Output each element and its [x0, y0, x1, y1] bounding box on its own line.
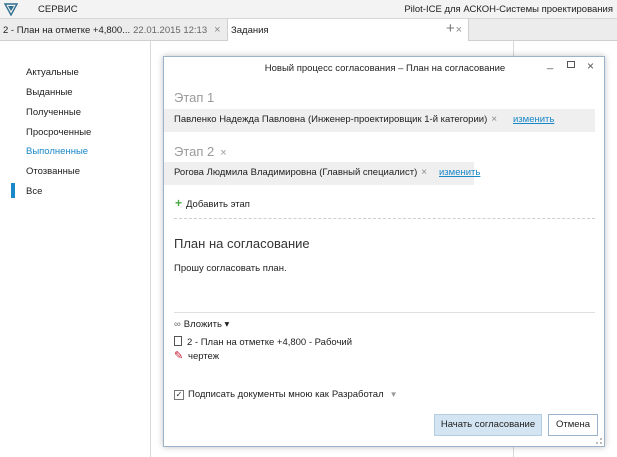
- app-logo-icon: [4, 3, 18, 16]
- active-marker: [11, 183, 15, 198]
- signature-pen-icon: ✎: [174, 350, 184, 362]
- close-icon[interactable]: ×: [214, 24, 220, 36]
- document-name-1: 2 - План на отметке +4,800 - Рабочий: [187, 337, 353, 348]
- plan-title[interactable]: План на согласование: [174, 236, 310, 251]
- tab-document-date: 22.01.2015 12:13: [133, 24, 208, 36]
- remove-assignee-icon[interactable]: ×: [421, 167, 427, 178]
- sidebar-item-issued[interactable]: Выданные: [26, 87, 73, 98]
- stage-1-change-link[interactable]: изменить: [513, 114, 554, 125]
- attach-button[interactable]: ∞ Вложить ▾: [174, 319, 229, 330]
- attached-document-line2: ✎ чертеж: [174, 349, 219, 362]
- sidebar-item-all[interactable]: Все: [26, 186, 42, 197]
- document-icon: [174, 336, 182, 346]
- stage-2-assignee-name: Рогова Людмила Владимировна (Главный спе…: [174, 167, 418, 178]
- remove-stage-icon[interactable]: ×: [220, 147, 226, 159]
- stage-2-change-link[interactable]: изменить: [439, 167, 480, 178]
- stage-1-row: Павленко Надежда Павловна (Инженер-проек…: [164, 109, 595, 132]
- plan-description[interactable]: Прошу согласовать план.: [174, 263, 287, 274]
- add-stage-button[interactable]: + Добавить этап: [175, 196, 250, 210]
- stage-2-title-text: Этап 2: [174, 144, 215, 159]
- sign-label: Подписать документы мною как: [188, 389, 329, 400]
- chevron-down-icon: ▼: [389, 390, 398, 399]
- sidebar-nav: Актуальные Выданные Полученные Просрочен…: [0, 41, 160, 457]
- attached-document[interactable]: 2 - План на отметке +4,800 - Рабочий: [174, 336, 352, 348]
- divider: [174, 312, 595, 313]
- remove-assignee-icon[interactable]: ×: [491, 114, 497, 125]
- attach-label: Вложить ▾: [183, 319, 230, 330]
- stage-1-assignee-name: Павленко Надежда Павловна (Инженер-проек…: [174, 114, 488, 125]
- role-select[interactable]: Разработал ▼: [332, 389, 398, 400]
- tab-tasks-label: Задания: [231, 25, 269, 36]
- paperclip-icon: ∞: [174, 319, 181, 330]
- title-bar: СЕРВИС Pilot-ICE для АСКОН-Системы проек…: [0, 0, 617, 19]
- menu-service[interactable]: СЕРВИС: [38, 4, 78, 15]
- tab-bar: 2 - План на отметке +4,800... 22.01.2015…: [0, 19, 617, 42]
- divider: [174, 218, 595, 219]
- approval-dialog: Новый процесс согласования – План на сог…: [163, 56, 605, 447]
- close-icon[interactable]: ×: [456, 24, 462, 36]
- sidebar-item-completed[interactable]: Выполненные: [26, 146, 88, 157]
- document-name-2: чертеж: [188, 351, 220, 362]
- resize-grip-icon[interactable]: [596, 438, 602, 444]
- role-value: Разработал: [331, 389, 384, 400]
- sign-row: ✓ Подписать документы мною как Разработа…: [174, 389, 398, 400]
- add-tab-icon[interactable]: +: [446, 21, 455, 37]
- maximize-icon[interactable]: [567, 61, 575, 68]
- tab-tasks[interactable]: Задания ×: [227, 19, 469, 42]
- sidebar-item-received[interactable]: Полученные: [26, 107, 81, 118]
- plus-icon: +: [175, 196, 183, 210]
- minimize-icon[interactable]: _: [547, 58, 553, 70]
- sidebar-item-actual[interactable]: Актуальные: [26, 67, 79, 78]
- start-approval-button[interactable]: Начать согласование: [434, 414, 542, 436]
- tab-document[interactable]: 2 - План на отметке +4,800... 22.01.2015…: [0, 19, 226, 41]
- tab-document-label: 2 - План на отметке +4,800...: [3, 24, 131, 36]
- app-title: Pilot-ICE для АСКОН-Системы проектирован…: [404, 4, 613, 15]
- close-icon[interactable]: ×: [587, 59, 594, 73]
- stage-1-assignee: Павленко Надежда Павловна (Инженер-проек…: [174, 114, 497, 125]
- sidebar-item-revoked[interactable]: Отозванные: [26, 166, 80, 177]
- sidebar-item-overdue[interactable]: Просроченные: [26, 127, 91, 138]
- stage-2-title: Этап 2 ×: [174, 144, 227, 159]
- sign-checkbox[interactable]: ✓: [174, 389, 184, 400]
- cancel-button[interactable]: Отмена: [548, 414, 598, 436]
- stage-2-assignee: Рогова Людмила Владимировна (Главный спе…: [174, 167, 427, 178]
- add-stage-label: Добавить этап: [186, 199, 250, 210]
- stage-1-title: Этап 1: [174, 90, 215, 105]
- dialog-title: Новый процесс согласования – План на сог…: [264, 63, 506, 74]
- stage-2-row: Рогова Людмила Владимировна (Главный спе…: [164, 162, 474, 185]
